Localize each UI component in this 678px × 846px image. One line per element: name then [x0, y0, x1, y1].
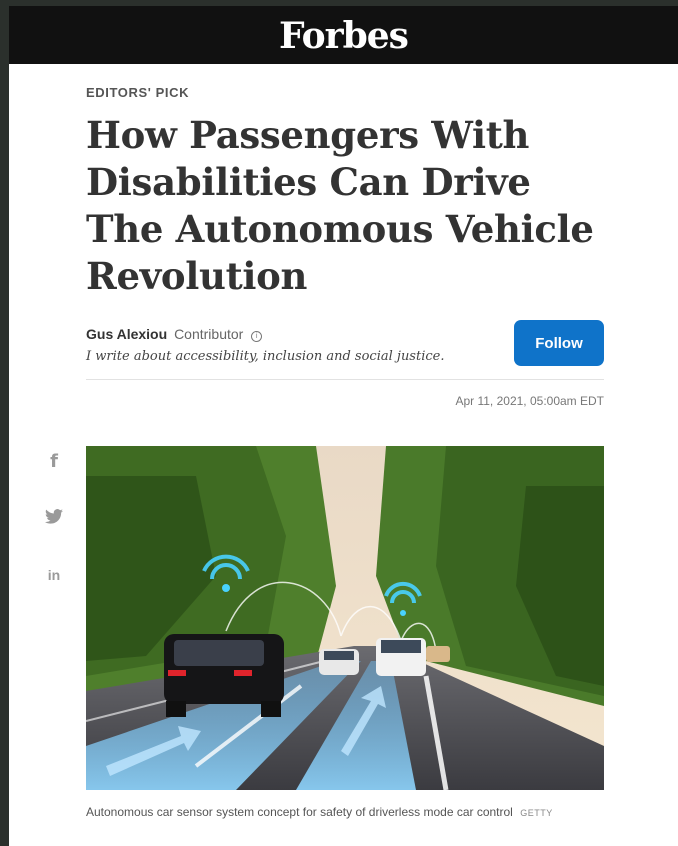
editors-pick-kicker: EDITORS' PICK — [86, 85, 190, 100]
publish-timestamp: Apr 11, 2021, 05:00am EDT — [455, 394, 604, 408]
image-credit: GETTY — [520, 808, 553, 818]
social-share-bar: f in — [43, 451, 65, 625]
follow-button[interactable]: Follow — [514, 320, 604, 366]
hero-image[interactable] — [86, 446, 604, 790]
caption-text: Autonomous car sensor system concept for… — [86, 805, 513, 819]
info-icon[interactable]: i — [251, 331, 263, 342]
facebook-icon[interactable]: f — [43, 451, 65, 472]
forbes-logo[interactable]: Forbes — [279, 15, 409, 57]
article-header: EDITORS' PICK How Passengers With Disabi… — [86, 64, 604, 408]
car-white-suv — [376, 638, 426, 676]
car-white-sedan — [319, 649, 359, 675]
article-page: Forbes EDITORS' PICK How Passengers With… — [9, 6, 678, 846]
linkedin-icon[interactable]: in — [43, 567, 65, 587]
byline: Gus Alexiou Contributor i I write about … — [86, 320, 604, 378]
author-role: Contributor — [174, 326, 244, 342]
masthead: Forbes — [9, 6, 678, 64]
autonomous-car-photo — [86, 446, 604, 790]
author-name[interactable]: Gus Alexiou — [86, 326, 167, 342]
image-caption: Autonomous car sensor system concept for… — [86, 802, 586, 824]
divider — [86, 379, 604, 380]
twitter-icon[interactable] — [43, 509, 65, 529]
article-headline: How Passengers With Disabilities Can Dri… — [86, 113, 594, 298]
